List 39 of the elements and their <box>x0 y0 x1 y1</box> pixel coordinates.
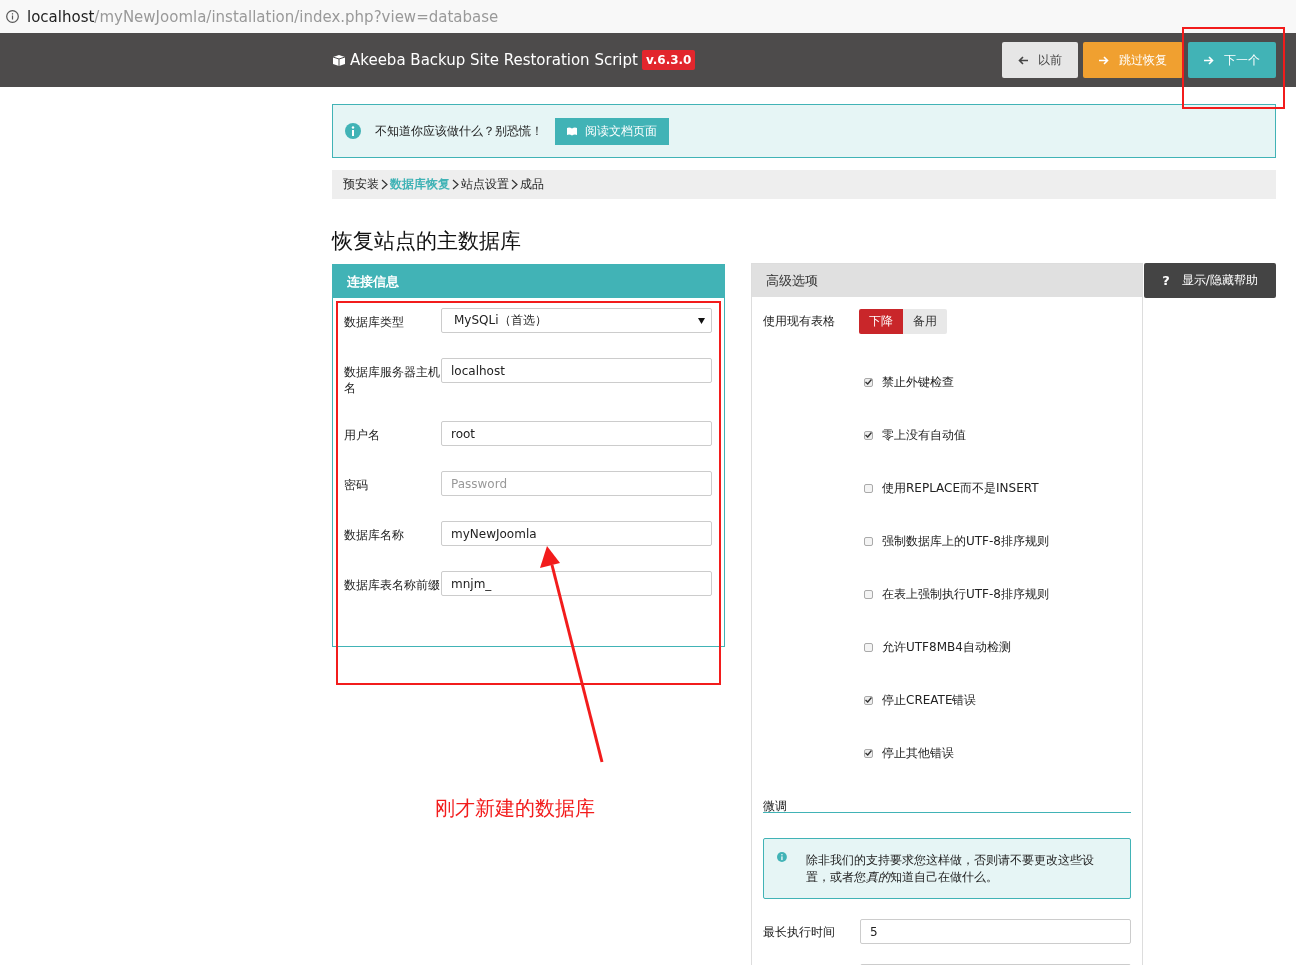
version-badge: v.6.3.0 <box>641 50 696 70</box>
checkbox-label: 强制数据库上的UTF-8排序规则 <box>882 532 1049 550</box>
toggle-option[interactable]: 备用 <box>903 309 947 334</box>
input-field[interactable]: 5 <box>860 919 1131 944</box>
checkbox-label: 使用REPLACE而不是INSERT <box>882 479 1039 497</box>
checkbox-label: 禁止外键检查 <box>882 373 954 391</box>
toggle-option[interactable]: 下降 <box>859 309 903 334</box>
checkbox-label: 停止CREATE错误 <box>882 691 977 709</box>
breadcrumb-item[interactable]: 站点设置 <box>461 176 509 193</box>
input-field[interactable]: mnjm_ <box>441 571 712 596</box>
input-field[interactable]: localhost <box>441 358 712 383</box>
input-field[interactable]: Password <box>441 471 712 496</box>
field-label: 最长执行时间 <box>763 924 836 941</box>
page-title: 恢复站点的主数据库 <box>332 228 522 254</box>
field-label: 使用现有表格 <box>763 313 836 330</box>
app-title: Akeeba Backup Site Restoration Script <box>350 51 638 69</box>
alert-text: 除非我们的支持要求您这样做，否则请不要更改这些设置，或者您真的知道自己在做什么。 <box>805 852 1095 886</box>
field-label: 用户名 <box>344 427 381 443</box>
input-field[interactable]: myNewJoomla <box>441 521 712 546</box>
panel-title: 连接信息 <box>333 265 724 298</box>
breadcrumb-item[interactable]: 成品 <box>520 176 544 193</box>
checkbox-label: 在表上强制执行UTF-8排序规则 <box>882 585 1049 603</box>
help-button[interactable]: ? 显示/隐藏帮助 <box>1144 263 1276 298</box>
back-button[interactable]: 以前 <box>1002 42 1078 78</box>
input-field[interactable]: root <box>441 421 712 446</box>
checkbox-label: 停止其他错误 <box>882 744 954 762</box>
field-label: 数据库表名称前缀 <box>344 577 441 593</box>
annotation-caption: 刚才新建的数据库 <box>435 795 595 822</box>
field-label: 密码 <box>344 477 369 493</box>
field-label: 数据库服务器主机名 <box>344 364 441 396</box>
section-title: 微调 <box>763 798 1131 813</box>
field-label: 数据库类型 <box>344 314 405 330</box>
checkbox-label: 允许UTF8MB4自动检测 <box>882 638 1011 656</box>
panel-title: 高级选项 <box>752 264 1142 297</box>
notice-text: 不知道你应该做什么？别恐慌！ <box>375 122 543 140</box>
select-field[interactable]: MySQLi（首选） <box>441 308 712 333</box>
checkbox-label: 零上没有自动值 <box>882 426 966 444</box>
field-label: 数据库名称 <box>344 527 405 543</box>
breadcrumb-item[interactable]: 预安装 <box>343 176 379 193</box>
